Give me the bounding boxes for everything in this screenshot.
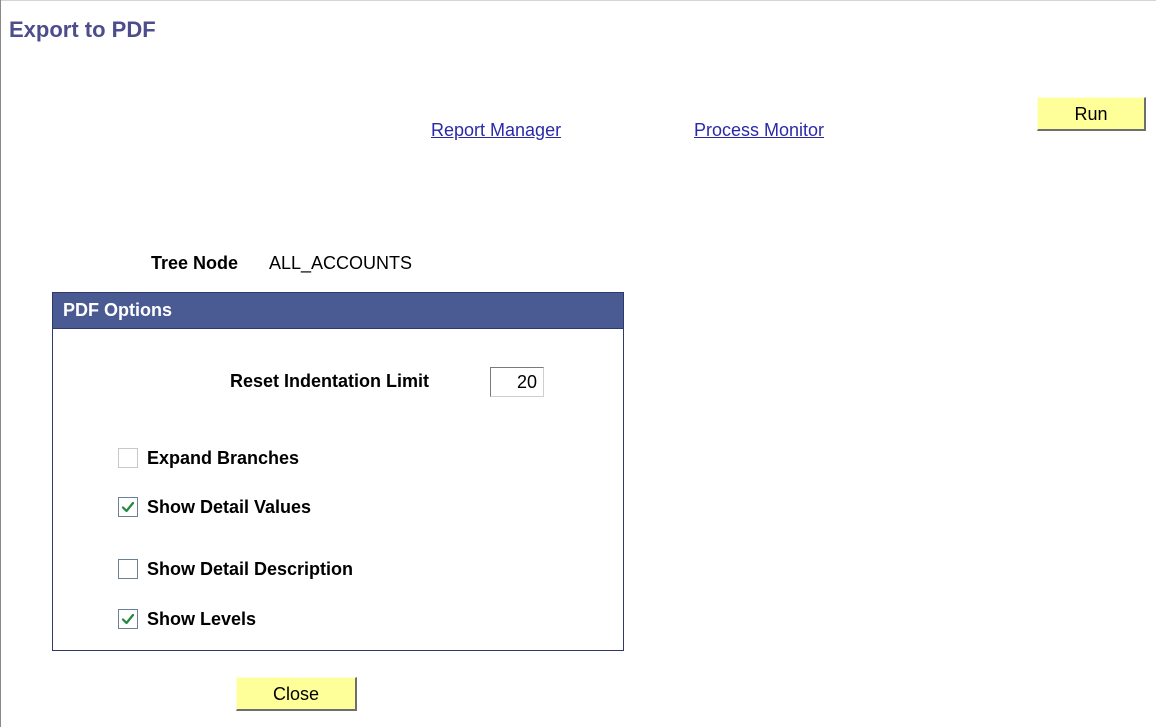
report-manager-link[interactable]: Report Manager <box>431 120 561 141</box>
reset-indentation-limit-input[interactable] <box>490 367 544 397</box>
show-detail-description-label: Show Detail Description <box>147 559 354 579</box>
checkmark-icon <box>121 613 135 625</box>
process-monitor-link[interactable]: Process Monitor <box>694 120 824 141</box>
tree-node-value: ALL_ACCOUNTS <box>269 253 413 273</box>
show-levels-checkbox[interactable] <box>118 609 138 629</box>
checkmark-icon <box>121 501 135 513</box>
window-left-edge <box>0 0 1 727</box>
window-top-edge <box>0 0 1156 1</box>
tree-node-label: Tree Node <box>151 253 239 273</box>
pdf-options-group: PDF Options Reset Indentation Limit Expa… <box>52 292 624 651</box>
expand-branches-label: Expand Branches <box>147 448 300 468</box>
close-button[interactable]: Close <box>236 677 357 711</box>
show-detail-values-label: Show Detail Values <box>147 497 312 517</box>
show-levels-label: Show Levels <box>147 609 257 629</box>
reset-indentation-limit-label: Reset Indentation Limit <box>230 371 430 391</box>
run-button[interactable]: Run <box>1037 97 1146 131</box>
pdf-options-title: PDF Options <box>63 300 172 320</box>
expand-branches-checkbox[interactable] <box>118 448 138 468</box>
show-detail-values-checkbox[interactable] <box>118 497 138 517</box>
show-detail-description-checkbox[interactable] <box>118 559 138 579</box>
page-title: Export to PDF <box>9 17 156 42</box>
pdf-options-header: PDF Options <box>53 293 623 329</box>
